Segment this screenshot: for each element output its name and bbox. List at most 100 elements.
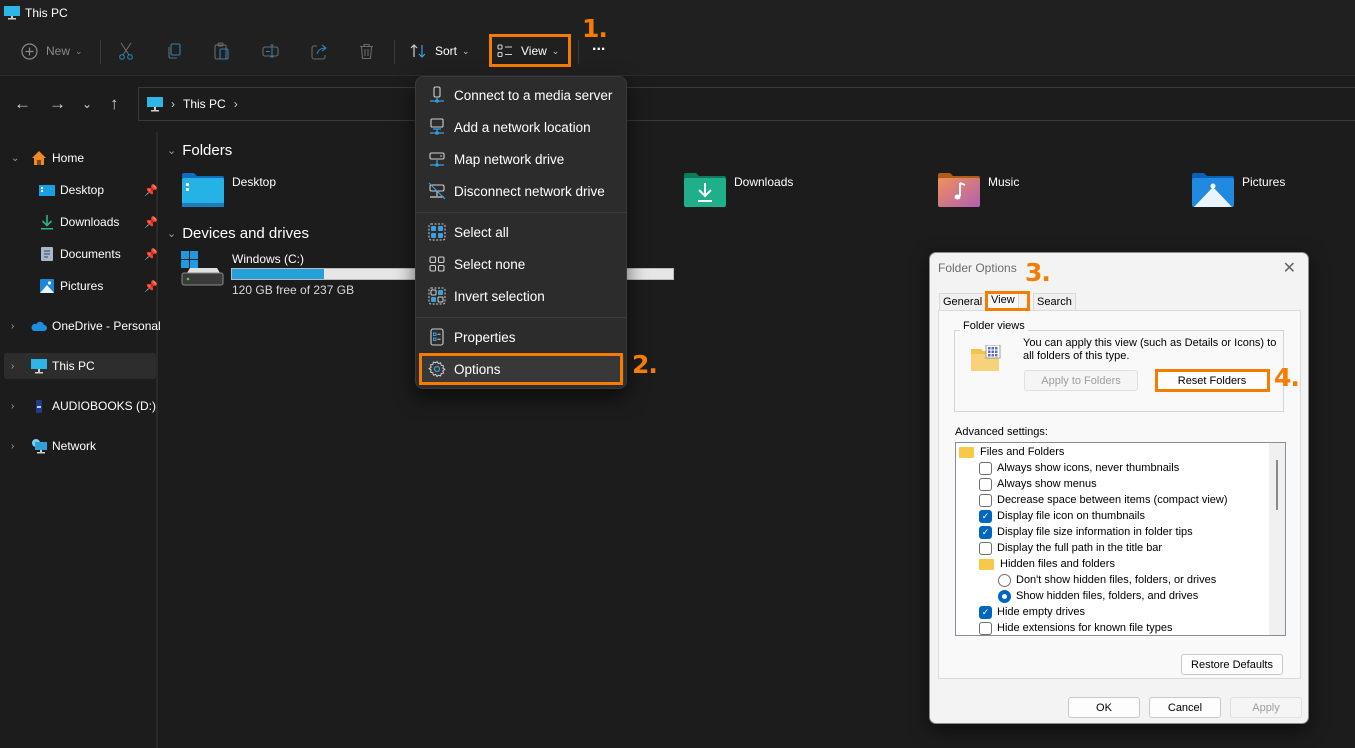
scrollbar-thumb[interactable] (1276, 460, 1278, 510)
plus-circle-icon (21, 42, 38, 60)
breadcrumb-this-pc[interactable]: This PC (183, 97, 226, 111)
properties-icon (430, 328, 444, 346)
navigation-bar: ← → ⌄ ↑ › This PC › (0, 77, 1355, 132)
radio-selected[interactable] (998, 589, 1011, 603)
sidebar-label: Desktop (60, 183, 105, 197)
menu-item-map-network-drive[interactable]: Map network drive (420, 144, 624, 174)
menu-item-invert-selection[interactable]: Invert selection (420, 281, 624, 311)
radio-unselected[interactable] (998, 573, 1011, 587)
checkbox-checked[interactable]: ✓ (979, 525, 992, 539)
cancel-button[interactable]: Cancel (1149, 697, 1221, 718)
divider (578, 40, 579, 64)
settings-checkbox-option[interactable]: ✓ Display file size information in folder… (979, 524, 1193, 540)
folder-options-dialog: Folder Options ✕ 3. General Search View … (929, 252, 1309, 724)
cloud-icon (31, 321, 47, 331)
settings-radio-option[interactable]: Show hidden files, folders, and drives (998, 588, 1198, 604)
select-all-icon (428, 223, 446, 241)
settings-scrollbar[interactable] (1269, 443, 1285, 635)
chevron-right-icon[interactable]: › (11, 401, 14, 412)
tab-general[interactable]: General (939, 293, 987, 311)
back-arrow-icon[interactable]: ← (14, 94, 31, 114)
breadcrumb-separator[interactable]: › (234, 97, 238, 111)
setting-label: Hidden files and folders (1000, 558, 1115, 570)
settings-checkbox-option[interactable]: Hide extensions for known file types (979, 620, 1172, 635)
menu-item-connect-media-server[interactable]: Connect to a media server (420, 80, 624, 110)
recent-locations-chevron-icon[interactable]: ⌄ (82, 97, 92, 111)
sidebar-item-network[interactable]: › Network (4, 433, 156, 459)
menu-item-properties[interactable]: Properties (420, 322, 624, 352)
share-button[interactable] (311, 26, 328, 76)
advanced-settings-list[interactable]: Files and Folders Always show icons, neve… (955, 442, 1286, 636)
chevron-right-icon[interactable]: › (11, 361, 14, 372)
menu-item-label: Select none (454, 256, 526, 272)
ok-button[interactable]: OK (1068, 697, 1140, 718)
delete-button[interactable] (359, 26, 374, 76)
drives-section-header[interactable]: ⌄ Devices and drives (167, 225, 309, 242)
menu-item-select-all[interactable]: Select all (420, 217, 624, 247)
sort-button[interactable]: Sort ⌄ (410, 26, 470, 76)
settings-checkbox-option[interactable]: Always show icons, never thumbnails (979, 460, 1179, 476)
setting-label: Don't show hidden files, folders, or dri… (1016, 574, 1217, 586)
folder-desktop[interactable]: Desktop (182, 173, 276, 207)
settings-checkbox-option[interactable]: Always show menus (979, 476, 1097, 492)
more-options-button[interactable]: ... (592, 21, 605, 71)
dialog-title: Folder Options (938, 261, 1017, 275)
pin-icon[interactable]: 📌 (144, 280, 158, 293)
pin-icon[interactable]: 📌 (144, 216, 158, 229)
chevron-down-icon: ⌄ (167, 145, 177, 157)
sidebar-item-audiobooks[interactable]: › AUDIOBOOKS (D:) (4, 393, 156, 419)
settings-checkbox-option[interactable]: Display the full path in the title bar (979, 540, 1162, 556)
menu-item-add-network-location[interactable]: Add a network location (420, 112, 624, 142)
rename-button[interactable] (262, 26, 279, 76)
address-bar[interactable]: › This PC › (138, 87, 1355, 121)
checkbox-unchecked[interactable] (979, 477, 992, 491)
checkbox-checked[interactable]: ✓ (979, 605, 992, 619)
advanced-settings-label: Advanced settings: (955, 426, 1048, 438)
folders-section-header[interactable]: ⌄ Folders (167, 142, 232, 159)
cut-button[interactable] (118, 26, 134, 76)
close-icon[interactable]: ✕ (1283, 258, 1296, 278)
apply-button[interactable]: Apply (1230, 697, 1302, 718)
up-arrow-icon[interactable]: ↑ (110, 94, 119, 114)
sidebar-item-this-pc[interactable]: › This PC (4, 353, 156, 379)
sidebar-item-pictures[interactable]: Pictures 📌 (4, 273, 158, 299)
settings-radio-option[interactable]: Don't show hidden files, folders, or dri… (998, 572, 1216, 588)
paste-button[interactable] (214, 26, 230, 76)
checkbox-unchecked[interactable] (979, 621, 992, 635)
pin-icon[interactable]: 📌 (144, 184, 158, 197)
pin-icon[interactable]: 📌 (144, 248, 158, 261)
breadcrumb-separator: › (171, 97, 175, 111)
pictures-icon (40, 279, 54, 293)
menu-item-select-none[interactable]: Select none (420, 249, 624, 279)
setting-label: Display the full path in the title bar (997, 542, 1163, 554)
settings-checkbox-option[interactable]: ✓ Display file icon on thumbnails (979, 508, 1145, 524)
chevron-right-icon[interactable]: › (11, 441, 14, 452)
new-button[interactable]: New ⌄ (21, 26, 83, 76)
forward-arrow-icon[interactable]: → (49, 94, 66, 114)
folder-pictures[interactable]: Pictures (1192, 173, 1285, 207)
folder-music[interactable]: Music (938, 173, 1019, 207)
folder-downloads[interactable]: Downloads (684, 173, 793, 207)
sidebar-item-onedrive[interactable]: › OneDrive - Personal (4, 313, 161, 339)
sidebar-item-home[interactable]: ⌄ Home (4, 145, 156, 171)
sidebar-item-desktop[interactable]: Desktop 📌 (4, 177, 158, 203)
chevron-right-icon[interactable]: › (11, 321, 14, 332)
tab-search[interactable]: Search (1033, 293, 1076, 311)
document-icon (41, 247, 53, 261)
checkbox-unchecked[interactable] (979, 493, 992, 507)
copy-button[interactable] (166, 26, 182, 76)
checkbox-unchecked[interactable] (979, 461, 992, 475)
menu-item-label: Connect to a media server (454, 87, 613, 103)
sidebar-item-downloads[interactable]: Downloads 📌 (4, 209, 158, 235)
drive-windows-c[interactable]: Windows (C:) 120 GB free of 237 GB (181, 251, 421, 301)
checkbox-unchecked[interactable] (979, 541, 992, 555)
command-bar: New ⌄ Sort ⌄ View ⌄ 1. ... (0, 14, 1355, 76)
settings-checkbox-option[interactable]: Decrease space between items (compact vi… (979, 492, 1227, 508)
checkbox-checked[interactable]: ✓ (979, 509, 992, 523)
settings-checkbox-option[interactable]: ✓ Hide empty drives (979, 604, 1085, 620)
restore-defaults-button[interactable]: Restore Defaults (1181, 654, 1283, 675)
apply-to-folders-button[interactable]: Apply to Folders (1024, 370, 1138, 391)
sidebar-item-documents[interactable]: Documents 📌 (4, 241, 158, 267)
chevron-down-icon[interactable]: ⌄ (11, 153, 19, 164)
menu-item-disconnect-network-drive[interactable]: Disconnect network drive (420, 176, 624, 206)
